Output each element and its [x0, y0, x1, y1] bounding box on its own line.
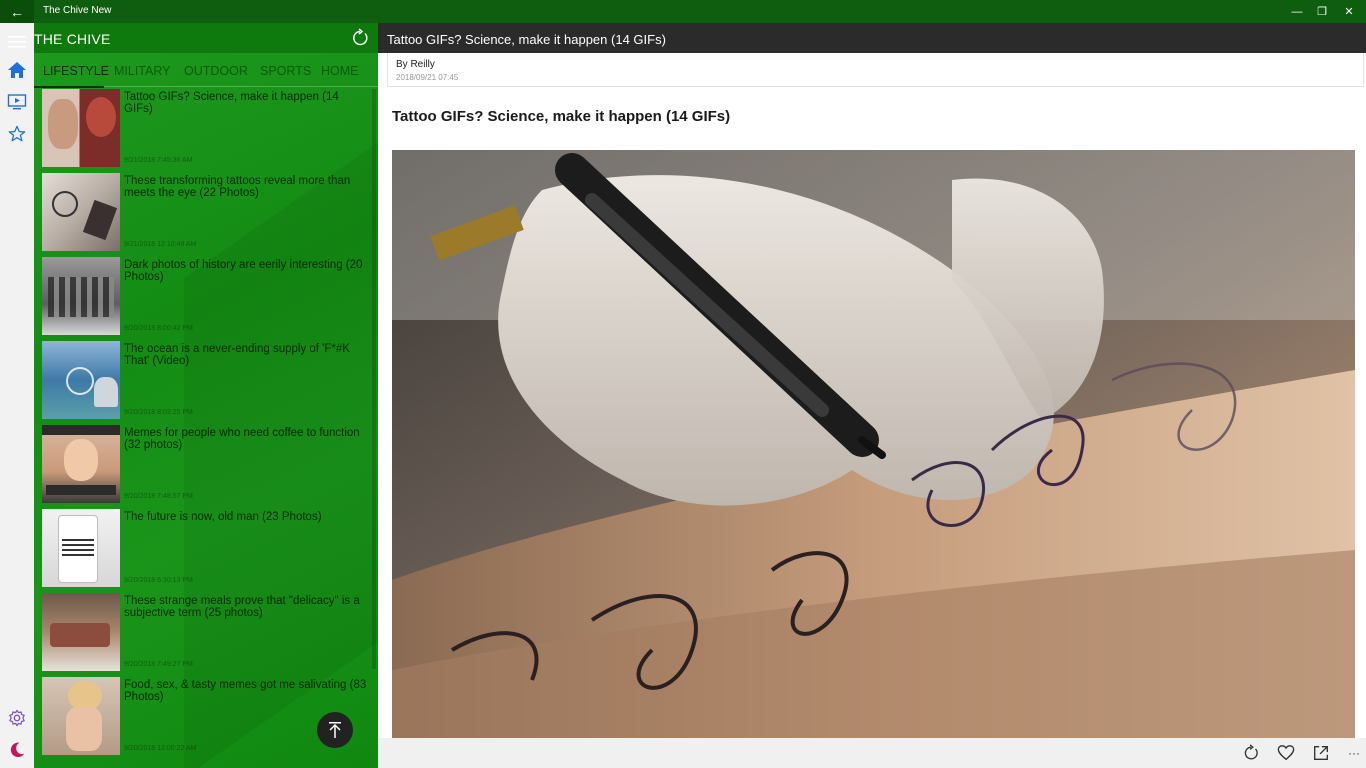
hamburger-icon: [8, 36, 26, 48]
tab-outdoor[interactable]: OUTDOOR: [184, 64, 248, 78]
item-date: 9/21/2018 12:10:49 AM: [124, 241, 197, 248]
list-item[interactable]: The future is now, old man (23 Photos) 9…: [42, 509, 372, 589]
item-date: 9/20/2018 12:00:22 AM: [124, 745, 197, 752]
nav-favorites-button[interactable]: [0, 118, 34, 150]
brand-title: THE CHIVE: [34, 31, 111, 47]
nav-home-button[interactable]: [0, 54, 34, 86]
list-item[interactable]: Tattoo GIFs? Science, make it happen (14…: [42, 89, 372, 169]
tab-home[interactable]: HOME: [321, 64, 359, 78]
article-header-title: Tattoo GIFs? Science, make it happen (14…: [387, 32, 666, 47]
list-item[interactable]: Dark photos of history are eerily intere…: [42, 257, 372, 337]
thumbnail-image: [42, 89, 120, 167]
article-author: By Reilly: [396, 59, 435, 70]
item-title: Tattoo GIFs? Science, make it happen (14…: [124, 91, 339, 115]
category-tabs: LIFESTYLE MILITARY OUTDOOR SPORTS HOME: [34, 53, 378, 88]
thumbnail-image: [42, 341, 120, 419]
thumbnail-image: [42, 593, 120, 671]
thumbnail-image: [42, 677, 120, 755]
item-date: 9/20/2018 8:03:25 PM: [124, 409, 193, 416]
item-date: 9/20/2018 7:48:57 PM: [124, 493, 193, 500]
item-title: These strange meals prove that "delicacy…: [124, 595, 360, 619]
tab-lifestyle[interactable]: LIFESTYLE: [43, 64, 109, 78]
star-icon: [8, 125, 26, 142]
refresh-icon: [1244, 744, 1258, 760]
heart-icon: [1277, 745, 1295, 761]
close-button[interactable]: ✕: [1332, 0, 1366, 23]
item-date: 9/21/2018 7:45:36 AM: [124, 157, 193, 164]
thumbnail-image: [42, 257, 120, 335]
navigation-rail: [0, 23, 34, 768]
article-header-bar: Tattoo GIFs? Science, make it happen (14…: [378, 23, 1366, 53]
item-date: 9/20/2018 6:30:13 PM: [124, 577, 193, 584]
item-date: 9/20/2018 7:49:27 PM: [124, 661, 193, 668]
close-icon: ✕: [1344, 6, 1354, 18]
app-title: The Chive New: [43, 5, 112, 16]
favorite-button[interactable]: [1276, 743, 1296, 763]
list-item[interactable]: These transforming tattoos reveal more t…: [42, 173, 372, 253]
article-photo: [392, 150, 1355, 738]
article-title: Tattoo GIFs? Science, make it happen (14…: [392, 108, 731, 125]
tattoo-photo: [392, 150, 1355, 738]
theme-toggle-button[interactable]: [0, 734, 34, 766]
article-date: 2018/09/21 07:45: [396, 73, 459, 82]
moon-icon: [10, 742, 25, 758]
article-command-bar: ···: [378, 738, 1366, 768]
item-title: The future is now, old man (23 Photos): [124, 511, 322, 523]
tab-sports[interactable]: SPORTS: [260, 64, 311, 78]
open-external-button[interactable]: [1311, 743, 1331, 763]
settings-button[interactable]: [0, 702, 34, 734]
home-icon: [8, 62, 26, 78]
article-list-pane: THE CHIVE LIFESTYLE MILITARY OUTDOOR SPO…: [34, 23, 378, 768]
list-scrollbar[interactable]: [372, 89, 376, 669]
nav-video-button[interactable]: [0, 86, 34, 118]
settings-icon: [9, 709, 25, 727]
item-title: These transforming tattoos reveal more t…: [124, 175, 351, 199]
list-item[interactable]: Memes for people who need coffee to func…: [42, 425, 372, 505]
refresh-button[interactable]: [350, 28, 370, 48]
list-item[interactable]: These strange meals prove that "delicacy…: [42, 593, 372, 673]
restore-icon: ❐: [1317, 6, 1327, 18]
video-icon: [7, 94, 27, 110]
list-item[interactable]: The ocean is a never-ending supply of 'F…: [42, 341, 372, 421]
back-button[interactable]: ←: [0, 0, 34, 23]
item-title: Dark photos of history are eerily intere…: [124, 259, 363, 283]
tab-military[interactable]: MILITARY: [114, 64, 171, 78]
refresh-article-button[interactable]: [1241, 743, 1261, 763]
byline-box: By Reilly 2018/09/21 07:45: [387, 53, 1364, 87]
arrow-up-icon: [329, 722, 341, 738]
refresh-icon: [353, 28, 368, 46]
item-title: Food, sex, & tasty memes got me salivati…: [124, 679, 367, 703]
item-title: The ocean is a never-ending supply of 'F…: [124, 343, 350, 367]
item-date: 9/20/2018 8:00:42 PM: [124, 325, 193, 332]
title-bar: ← The Chive New — ❐ ✕: [0, 0, 1366, 23]
minimize-icon: —: [1291, 5, 1303, 18]
item-title: Memes for people who need coffee to func…: [124, 427, 360, 451]
scroll-to-top-button[interactable]: [317, 712, 353, 748]
more-icon: ···: [1348, 746, 1360, 760]
thumbnail-image: [42, 509, 120, 587]
thumbnail-image: [42, 173, 120, 251]
active-tab-indicator: [34, 86, 104, 88]
more-options-button[interactable]: ···: [1344, 743, 1364, 763]
back-arrow-icon: ←: [10, 3, 24, 20]
thumbnail-image: [42, 425, 120, 503]
list-header: THE CHIVE: [34, 23, 378, 53]
external-link-icon: [1314, 746, 1328, 760]
